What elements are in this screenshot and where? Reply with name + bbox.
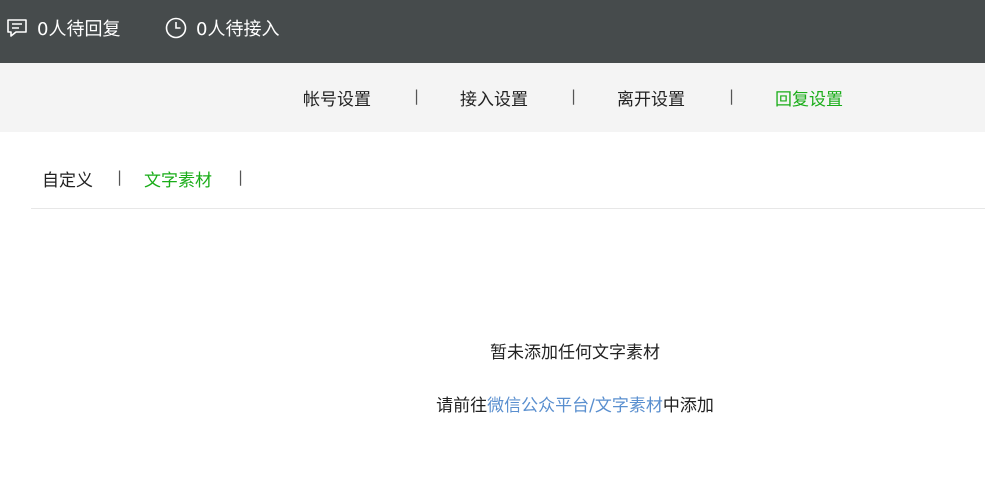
empty-state-hint-suffix: 中添加 [662,396,714,416]
tab-separator: | [414,87,420,105]
tab-away-settings[interactable]: 离开设置 [617,85,685,110]
tab-access-settings[interactable]: 接入设置 [460,85,528,110]
empty-state-title: 暂未添加任何文字素材 [490,343,660,363]
reply-subtab-bar: 自定义 | 文字素材 | [31,132,985,209]
subtab-text-material[interactable]: 文字素材 [144,166,212,191]
clock-icon [164,16,188,40]
settings-tab-bar: 帐号设置 | 接入设置 | 离开设置 | 回复设置 [0,63,985,132]
subtab-separator: | [117,168,123,186]
subtab-custom[interactable]: 自定义 [42,166,93,191]
waiting-reply-label: 0人待回复 [37,19,121,40]
waiting-access-stat[interactable]: 0人待接入 [164,14,279,42]
empty-state-hint-prefix: 请前往 [436,396,488,416]
tab-separator: | [729,87,735,105]
waiting-access-label: 0人待接入 [196,19,280,40]
tab-account-settings[interactable]: 帐号设置 [303,85,371,110]
empty-state-hint: 请前往微信公众平台/文字素材中添加 [0,391,985,416]
subtab-separator: | [238,168,244,186]
tab-reply-settings[interactable]: 回复设置 [775,85,843,110]
waiting-reply-stat[interactable]: 0人待回复 [5,14,120,42]
tab-separator: | [571,87,577,105]
wechat-platform-link[interactable]: 微信公众平台/文字素材 [487,396,663,416]
message-icon [5,16,29,40]
top-status-bar: 0人待回复 0人待接入 [0,0,985,63]
